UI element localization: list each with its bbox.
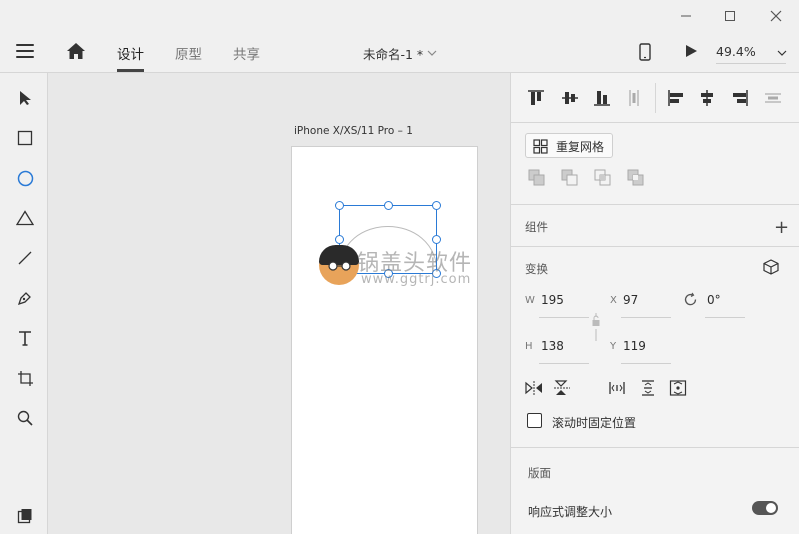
device-preview-icon[interactable] [639, 43, 651, 64]
distribute-vertical-icon[interactable] [625, 89, 643, 107]
title-bar [0, 0, 799, 32]
space-horizontal-icon[interactable] [608, 380, 626, 396]
grid-icon [533, 139, 548, 154]
app-header: 设计 原型 共享 未命名-1 * 49.4% [0, 32, 799, 73]
align-middle-icon[interactable] [561, 89, 579, 107]
maximize-icon [725, 11, 735, 21]
resize-handle[interactable] [432, 201, 441, 210]
x-field[interactable]: 97 [623, 293, 638, 307]
home-icon[interactable] [66, 42, 86, 63]
width-label: W [525, 295, 535, 306]
properties-panel: 重复网格 组件 + 变换 W 195 X 97 0° H 138 Y 119 滚… [510, 73, 799, 534]
rotate-icon [683, 292, 698, 310]
tab-design[interactable]: 设计 [117, 43, 144, 63]
transform-title: 变换 [525, 262, 548, 276]
space-vertical-icon[interactable] [639, 380, 657, 396]
ellipse-icon[interactable] [14, 167, 36, 189]
flip-vertical-icon[interactable] [553, 380, 571, 396]
align-center-icon[interactable] [698, 89, 716, 107]
chevron-down-icon[interactable] [777, 46, 787, 60]
align-left-icon[interactable] [667, 89, 685, 107]
resize-handle[interactable] [384, 201, 393, 210]
document-title[interactable]: 未命名-1 * [363, 44, 423, 63]
width-field[interactable]: 195 [541, 293, 564, 307]
distribute-horizontal-icon[interactable] [764, 89, 782, 107]
close-button[interactable] [753, 0, 799, 32]
responsive-resize-toggle[interactable] [752, 501, 778, 515]
repeat-grid-label: 重复网格 [556, 140, 605, 154]
artboard-label[interactable]: iPhone X/XS/11 Pro – 1 [294, 125, 413, 137]
text-icon[interactable] [14, 327, 36, 349]
design-canvas[interactable]: iPhone X/XS/11 Pro – 1 锅盖头软件 www.ggtrj.c… [48, 73, 510, 534]
resize-handle[interactable] [335, 235, 344, 244]
active-tab-indicator [117, 69, 144, 72]
x-underline [621, 317, 671, 318]
x-label: X [610, 295, 617, 306]
play-icon[interactable] [685, 44, 697, 61]
subtract-icon[interactable] [561, 169, 579, 187]
zoom-level[interactable]: 49.4% [716, 44, 756, 59]
height-underline [539, 363, 589, 364]
align-toolbar [511, 73, 799, 123]
chevron-down-icon[interactable] [427, 46, 437, 60]
triangle-icon[interactable] [14, 207, 36, 229]
line-icon[interactable] [14, 247, 36, 269]
hamburger-menu-icon[interactable] [16, 44, 34, 58]
y-field[interactable]: 119 [623, 339, 646, 353]
components-title: 组件 [525, 220, 548, 234]
3d-transform-icon[interactable] [763, 259, 779, 278]
align-top-icon[interactable] [527, 89, 545, 107]
tab-share[interactable]: 共享 [233, 43, 260, 63]
resize-handle[interactable] [432, 235, 441, 244]
layout-title: 版面 [528, 466, 551, 480]
fix-on-scroll-checkbox[interactable] [527, 413, 542, 428]
zoom-underline [716, 63, 786, 64]
exclude-overlap-icon[interactable] [627, 169, 645, 187]
watermark-glasses-icon [328, 261, 351, 271]
rotation-field[interactable]: 0° [707, 293, 721, 307]
artboard-icon[interactable] [14, 367, 36, 389]
lock-aspect-icon[interactable] [591, 313, 601, 343]
maximize-button[interactable] [707, 0, 753, 32]
resize-handle[interactable] [335, 201, 344, 210]
fit-to-frame-icon[interactable] [669, 380, 687, 396]
toggle-knob [766, 503, 776, 513]
responsive-resize-label: 响应式调整大小 [528, 505, 613, 519]
divider [511, 447, 799, 448]
minimize-icon [681, 15, 691, 17]
width-underline [539, 317, 589, 318]
union-icon[interactable] [528, 169, 546, 187]
intersect-icon[interactable] [594, 169, 612, 187]
divider [655, 83, 656, 113]
zoom-icon[interactable] [14, 407, 36, 429]
repeat-grid-button[interactable]: 重复网格 [525, 133, 613, 158]
flip-horizontal-icon[interactable] [525, 380, 543, 396]
align-bottom-icon[interactable] [593, 89, 611, 107]
divider [511, 246, 799, 247]
y-label: Y [610, 341, 617, 352]
tab-prototype[interactable]: 原型 [175, 43, 202, 63]
height-label: H [525, 341, 533, 352]
rotation-underline [705, 317, 745, 318]
y-underline [621, 363, 671, 364]
watermark-url: www.ggtrj.com [361, 272, 472, 287]
assets-icon[interactable] [14, 505, 36, 527]
tool-bar [0, 73, 48, 534]
fix-on-scroll-label: 滚动时固定位置 [552, 416, 637, 430]
close-icon [770, 10, 782, 22]
rectangle-icon[interactable] [14, 127, 36, 149]
height-field[interactable]: 138 [541, 339, 564, 353]
align-right-icon[interactable] [731, 89, 749, 107]
add-component-icon[interactable]: + [774, 217, 789, 238]
pen-icon[interactable] [14, 287, 36, 309]
select-icon[interactable] [14, 87, 36, 109]
minimize-button[interactable] [663, 0, 709, 32]
divider [511, 204, 799, 205]
